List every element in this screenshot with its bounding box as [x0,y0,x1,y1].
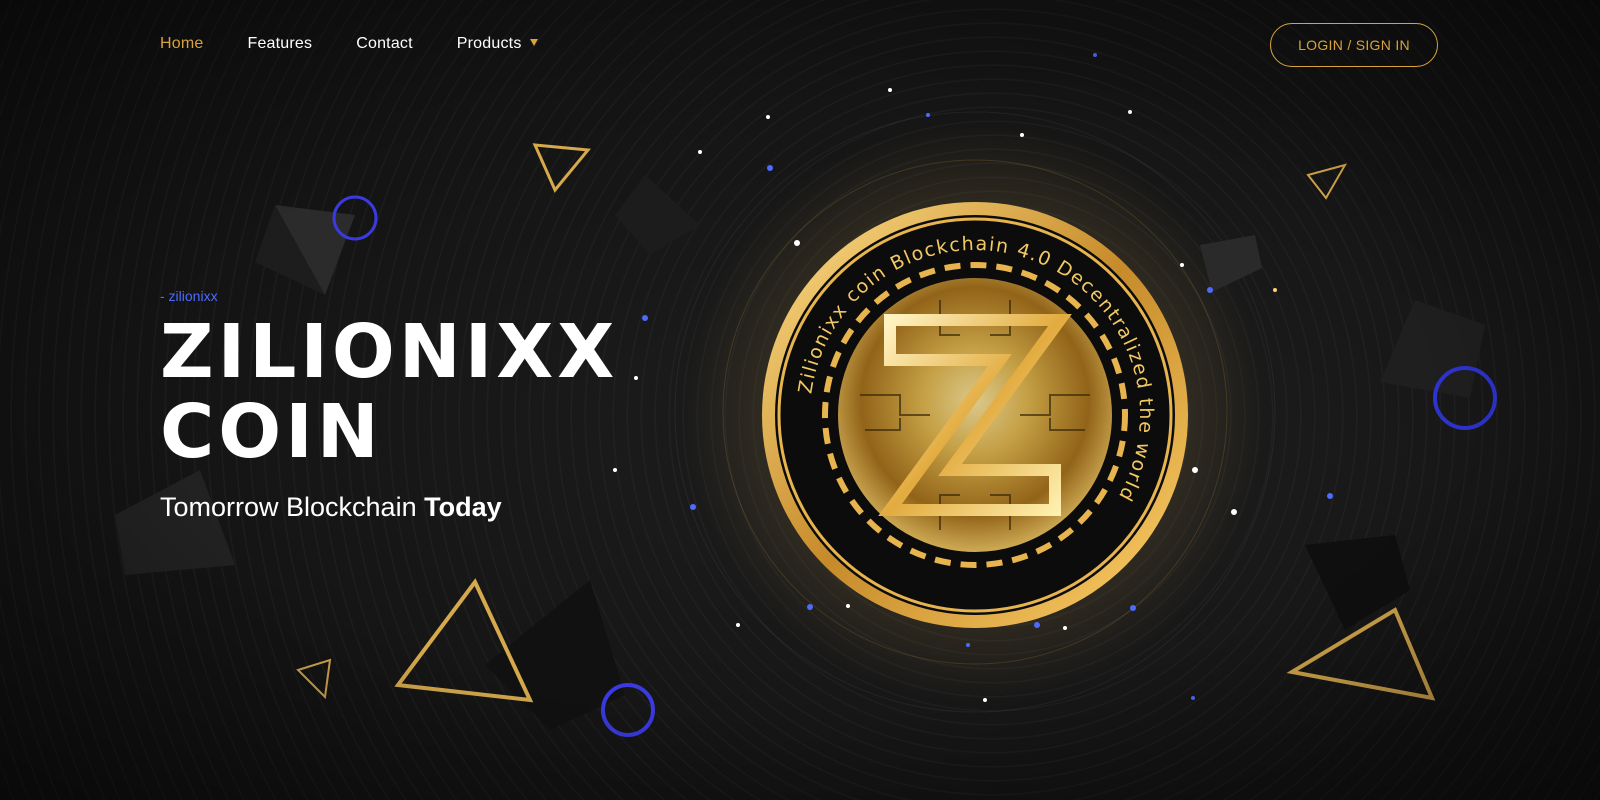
nav-contact-link[interactable]: Contact [356,35,413,53]
gold-triangle [532,143,591,193]
hero-title-line1: ZILIONIXX [160,309,619,395]
hero-section: - zilionixx ZILIONIXX COIN Tomorrow Bloc… [160,288,618,523]
tagline-regular: Tomorrow Blockchain [160,492,417,522]
top-nav: Home Features Contact Products LOGIN / S… [0,0,1600,92]
dark-pyramid [1380,300,1485,398]
hero-eyebrow: - zilionixx [160,288,218,304]
zilionixx-coin: Zilionixx coin Blockchain 4.0 Decentrali… [762,202,1188,628]
hero-title: ZILIONIXX COIN [160,312,618,472]
login-button[interactable]: LOGIN / SIGN IN [1270,23,1438,67]
hero-title-line2: COIN [160,389,383,475]
nav-home-link[interactable]: Home [160,35,203,53]
dark-pyramid [1305,535,1410,630]
gold-triangle [296,658,332,700]
nav-products-label: Products [456,35,522,52]
purple-ring [601,683,655,737]
hero-tagline: Tomorrow Blockchain Today [160,492,618,523]
dark-pyramid [615,175,700,255]
gold-triangle [1286,607,1436,701]
gold-triangle [1306,163,1348,200]
chevron-down-icon [529,39,538,47]
nav-links: Home Features Contact Products [160,35,582,53]
nav-features-link[interactable]: Features [247,35,312,53]
tagline-bold: Today [424,492,502,522]
nav-products-link[interactable]: Products [457,35,538,53]
